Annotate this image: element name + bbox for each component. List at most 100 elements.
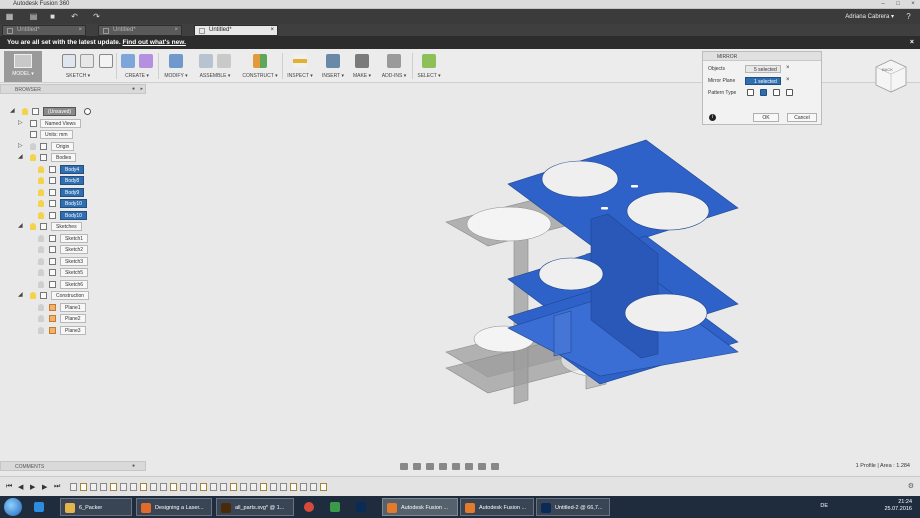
pattern-faces-icon[interactable] [747, 89, 754, 96]
step-back-icon[interactable]: ◀ [18, 483, 23, 491]
start-button[interactable] [4, 498, 22, 516]
ok-button[interactable]: OK [753, 113, 779, 122]
close-tab-icon[interactable]: × [78, 27, 82, 33]
tree-body[interactable]: Body10 [38, 199, 138, 209]
tree-sketches[interactable]: ◢ Sketches [18, 222, 138, 232]
timeline-feature[interactable] [250, 483, 257, 491]
visibility-bulb-icon[interactable] [30, 292, 36, 299]
timeline-feature[interactable] [300, 483, 307, 491]
timeline-feature[interactable] [260, 483, 267, 491]
go-to-end-icon[interactable]: ⏭ [54, 483, 60, 491]
taskbar-item-illustrator[interactable]: all_parts.svg* @ 1... [216, 498, 294, 516]
tab-untitled-3[interactable]: Untitled* × [194, 25, 278, 36]
timeline-track[interactable] [70, 481, 332, 493]
pattern-features-icon[interactable] [773, 89, 780, 96]
timeline-feature[interactable] [160, 483, 167, 491]
timeline-feature[interactable] [290, 483, 297, 491]
modify-group[interactable]: MODIFY ▾ [160, 51, 192, 82]
tree-units[interactable]: Units: mm [18, 130, 138, 140]
timeline-feature[interactable] [320, 483, 327, 491]
user-menu[interactable]: Adriana Cabrera ▾ [845, 13, 894, 20]
whats-new-link[interactable]: Find out what's new. [122, 39, 185, 46]
cancel-button[interactable]: Cancel [787, 113, 817, 122]
file-menu-icon[interactable]: ▤ [29, 12, 38, 21]
timeline-feature[interactable] [180, 483, 187, 491]
clear-plane-icon[interactable]: × [786, 77, 790, 83]
redo-icon[interactable]: ↷ [92, 12, 101, 21]
visibility-bulb-icon[interactable] [38, 189, 44, 196]
pin-icon[interactable]: ● [132, 463, 135, 469]
ie-taskbar-icon[interactable] [30, 498, 52, 516]
timeline-feature[interactable] [100, 483, 107, 491]
timeline-feature[interactable] [270, 483, 277, 491]
timeline-settings-icon[interactable]: ⚙ [908, 482, 914, 490]
tree-root[interactable]: ◢ (Unsaved) [10, 107, 140, 117]
browser-header[interactable]: BROWSER ● ▸ [0, 84, 146, 94]
tree-body[interactable]: Body4 [38, 165, 138, 175]
tree-plane[interactable]: Plane3 [38, 326, 138, 336]
tab-untitled-1[interactable]: Untitled* × [2, 25, 86, 36]
visibility-bulb-icon[interactable] [38, 177, 44, 184]
taskbar-item-firefox[interactable]: Designing a Laser... [136, 498, 212, 516]
mirror-plane-selection[interactable]: 1 selected [745, 77, 781, 85]
photoshop-taskbar-icon[interactable] [352, 498, 374, 516]
tree-plane[interactable]: Plane1 [38, 303, 138, 313]
3d-model[interactable] [146, 84, 920, 461]
timeline-feature[interactable] [280, 483, 287, 491]
tree-body[interactable]: Body8 [38, 176, 138, 186]
select-group[interactable]: SELECT ▾ [414, 51, 444, 82]
expand-icon[interactable]: ▷ [18, 142, 24, 151]
make-group[interactable]: MAKE ▾ [348, 51, 376, 82]
tree-sketch[interactable]: Sketch6 [38, 280, 138, 290]
fit-icon[interactable] [452, 463, 460, 470]
tree-sketch[interactable]: Sketch1 [38, 234, 138, 244]
expand-icon[interactable]: ◢ [18, 222, 24, 231]
undo-icon[interactable]: ↶ [70, 12, 79, 21]
grid-settings-icon[interactable] [478, 463, 486, 470]
view-cube-icon[interactable]: BACK [872, 56, 910, 96]
help-icon[interactable]: ? [904, 12, 913, 21]
system-clock[interactable]: 21:24 25.07.2016 [884, 499, 912, 513]
tree-body[interactable]: Body10 [38, 211, 138, 221]
tree-bodies[interactable]: ◢ Bodies [18, 153, 138, 163]
visibility-bulb-icon[interactable] [38, 269, 44, 276]
save-icon[interactable]: ■ [48, 12, 57, 21]
canvas-viewport[interactable] [146, 84, 920, 461]
visibility-bulb-icon[interactable] [38, 235, 44, 242]
viewports-icon[interactable] [491, 463, 499, 470]
close-tab-icon[interactable]: × [174, 27, 178, 33]
visibility-bulb-icon[interactable] [38, 315, 44, 322]
construct-group[interactable]: CONSTRUCT ▾ [240, 51, 280, 82]
tab-untitled-2[interactable]: Untitled* × [98, 25, 182, 36]
visibility-bulb-icon[interactable] [38, 281, 44, 288]
workspace-switcher[interactable]: MODEL ▾ [4, 51, 42, 82]
expand-icon[interactable]: ▷ [18, 119, 24, 128]
visibility-bulb-icon[interactable] [38, 212, 44, 219]
taskbar-item-packer[interactable]: 6_Packer [60, 498, 132, 516]
visibility-bulb-icon[interactable] [30, 154, 36, 161]
visibility-bulb-icon[interactable] [38, 327, 44, 334]
tree-origin[interactable]: ▷ Origin [18, 142, 138, 152]
timeline-feature[interactable] [220, 483, 227, 491]
timeline-feature[interactable] [240, 483, 247, 491]
timeline-feature[interactable] [230, 483, 237, 491]
comments-panel[interactable]: COMMENTS ● [0, 461, 146, 471]
corel-taskbar-icon[interactable] [326, 498, 348, 516]
visibility-bulb-icon[interactable] [30, 223, 36, 230]
assemble-group[interactable]: ASSEMBLE ▾ [194, 51, 236, 82]
grid-menu-icon[interactable]: ▦ [5, 12, 14, 21]
language-indicator[interactable]: DE [820, 503, 828, 509]
visibility-bulb-icon[interactable] [38, 166, 44, 173]
close-window-button[interactable]: × [906, 0, 920, 9]
expand-icon[interactable]: ◢ [18, 291, 24, 300]
taskbar-item-fusion-2[interactable]: Autodesk Fusion ... [460, 498, 534, 516]
pattern-bodies-icon[interactable] [760, 89, 767, 96]
expand-icon[interactable]: ◢ [18, 153, 24, 162]
tree-sketch[interactable]: Sketch5 [38, 268, 138, 278]
tree-named-views[interactable]: ▷ Named Views [18, 119, 138, 129]
taskbar-item-photoshop[interactable]: Untitled-2 @ 66,7... [536, 498, 610, 516]
visibility-bulb-icon[interactable] [38, 246, 44, 253]
objects-selection[interactable]: 5 selected [745, 65, 781, 73]
collapse-icon[interactable]: ▸ [140, 86, 143, 92]
orbit-icon[interactable] [400, 463, 408, 470]
